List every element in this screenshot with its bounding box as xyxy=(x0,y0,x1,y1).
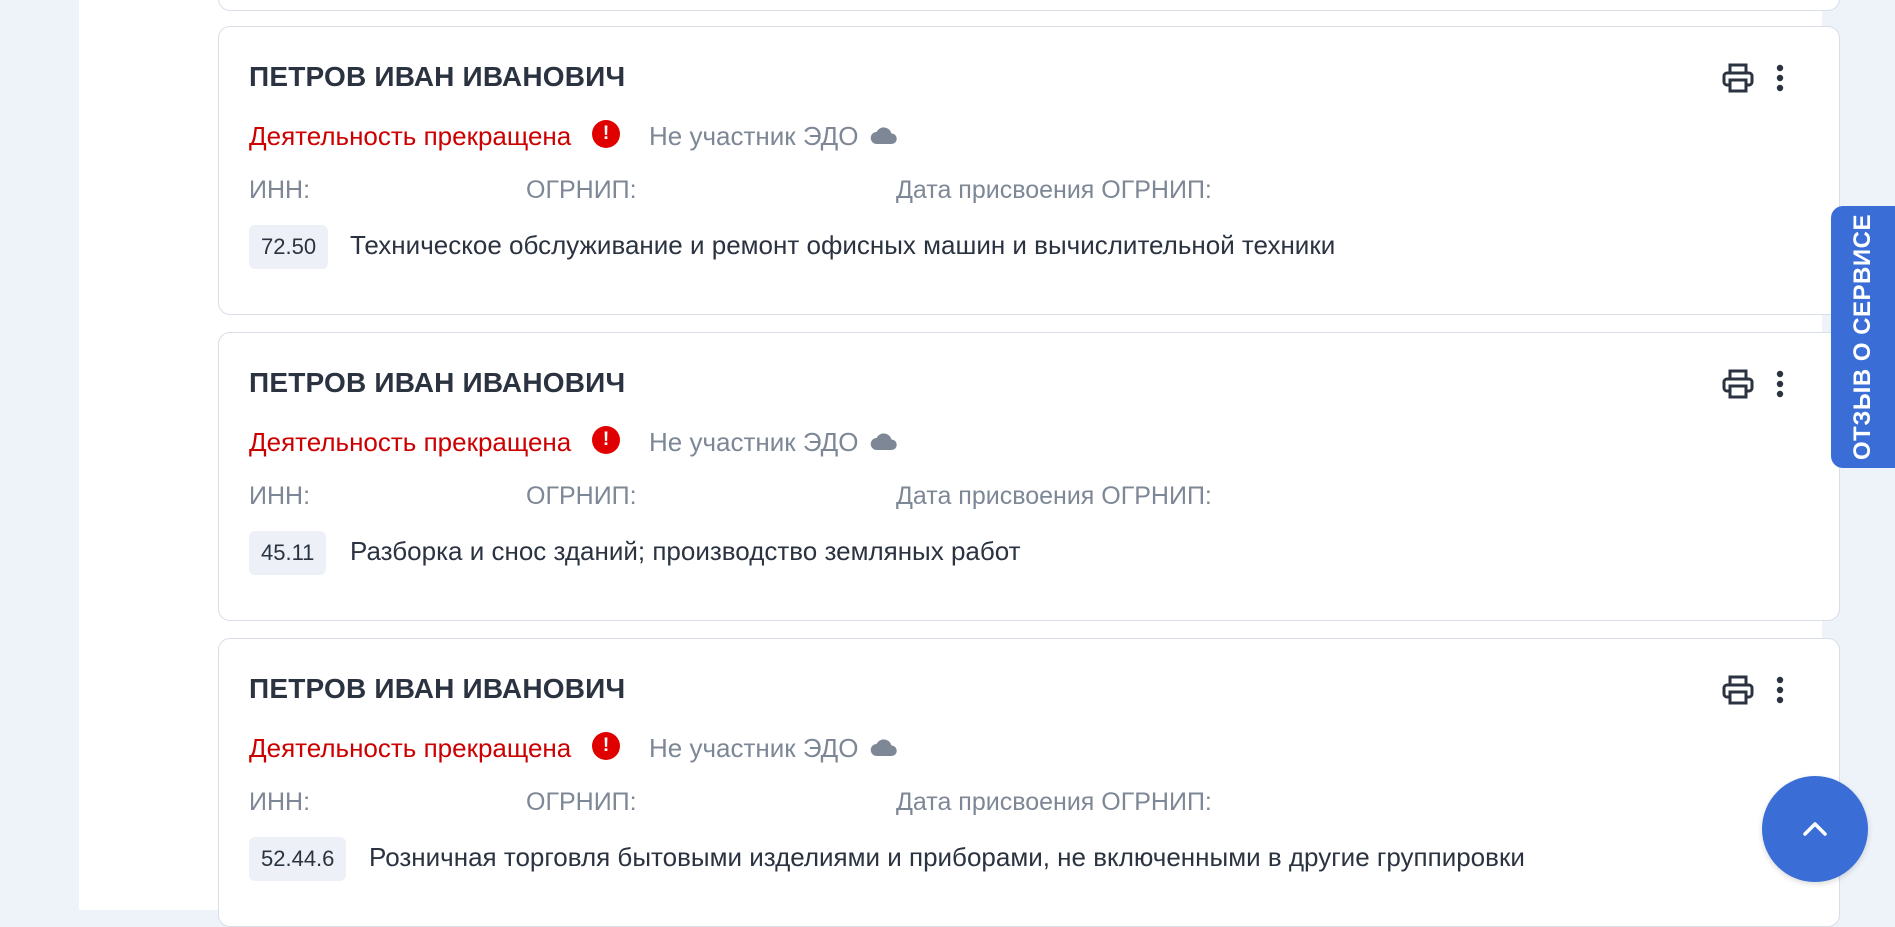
edo-status: Не участник ЭДО xyxy=(649,427,859,457)
ogrnip-label: ОГРНИП: xyxy=(526,788,637,816)
okved-code-badge: 45.11 xyxy=(249,531,327,575)
more-vertical-icon[interactable] xyxy=(1774,63,1786,93)
cloud-icon xyxy=(870,739,897,757)
printer-icon[interactable] xyxy=(1722,63,1754,93)
exclamation-circle-icon: ! xyxy=(592,426,620,454)
entity-name[interactable]: ПЕТРОВ ИВАН ИВАНОВИЧ xyxy=(249,367,625,399)
cloud-icon xyxy=(870,127,897,145)
edo-status: Не участник ЭДО xyxy=(649,121,859,151)
entity-name[interactable]: ПЕТРОВ ИВАН ИВАНОВИЧ xyxy=(249,673,625,705)
chevron-up-icon xyxy=(1803,822,1827,836)
cloud-icon xyxy=(870,433,897,451)
result-card[interactable]: ПЕТРОВ ИВАН ИВАНОВИЧ Деятельность прекра… xyxy=(218,26,1840,315)
exclamation-circle-icon: ! xyxy=(592,732,620,760)
ogrnip-date-label: Дата присвоения ОГРНИП: xyxy=(896,482,1212,510)
scroll-to-top-button[interactable] xyxy=(1762,776,1868,882)
ogrnip-label: ОГРНИП: xyxy=(526,176,637,204)
okved-code-badge: 52.44.6 xyxy=(249,837,347,881)
result-card[interactable]: ПЕТРОВ ИВАН ИВАНОВИЧ Деятельность прекра… xyxy=(218,332,1840,621)
feedback-tab-label: ОТЗЫВ О СЕРВИСЕ xyxy=(1849,214,1876,460)
results-panel: ПЕТРОВ ИВАН ИВАНОВИЧ Деятельность прекра… xyxy=(79,0,1840,927)
result-card[interactable]: ПЕТРОВ ИВАН ИВАНОВИЧ Деятельность прекра… xyxy=(218,638,1840,927)
printer-icon[interactable] xyxy=(1722,675,1754,705)
okved-code-badge: 72.50 xyxy=(249,225,329,269)
okved-description: Разборка и снос зданий; производство зем… xyxy=(350,536,1021,566)
okved-description: Техническое обслуживание и ремонт офисны… xyxy=(350,230,1336,260)
ogrnip-date-label: Дата присвоения ОГРНИП: xyxy=(896,788,1212,816)
feedback-tab[interactable]: ОТЗЫВ О СЕРВИСЕ xyxy=(1831,206,1895,468)
status-text: Деятельность прекращена xyxy=(249,121,572,151)
ogrnip-date-label: Дата присвоения ОГРНИП: xyxy=(896,176,1212,204)
previous-result-card xyxy=(218,0,1840,11)
ogrnip-label: ОГРНИП: xyxy=(526,482,637,510)
more-vertical-icon[interactable] xyxy=(1774,369,1786,399)
exclamation-circle-icon: ! xyxy=(592,120,620,148)
status-text: Деятельность прекращена xyxy=(249,427,572,457)
printer-icon[interactable] xyxy=(1722,369,1754,399)
inn-label: ИНН: xyxy=(249,788,311,816)
entity-name[interactable]: ПЕТРОВ ИВАН ИВАНОВИЧ xyxy=(249,61,625,93)
status-text: Деятельность прекращена xyxy=(249,733,572,763)
edo-status: Не участник ЭДО xyxy=(649,733,859,763)
okved-description: Розничная торговля бытовыми изделиями и … xyxy=(369,842,1525,872)
inn-label: ИНН: xyxy=(249,176,311,204)
more-vertical-icon[interactable] xyxy=(1774,675,1786,705)
inn-label: ИНН: xyxy=(249,482,311,510)
